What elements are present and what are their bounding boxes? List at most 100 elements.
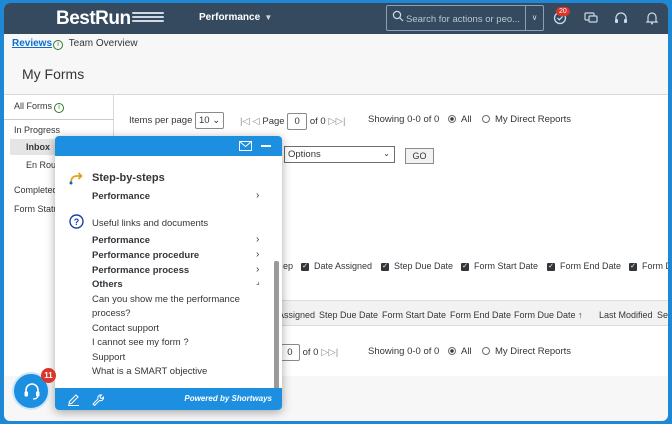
chevron-right-icon[interactable]: ›: [256, 234, 259, 245]
col-form-start-date[interactable]: Form Start Date: [382, 310, 446, 320]
nav-in-progress[interactable]: In Progress: [4, 119, 114, 135]
performance-menu[interactable]: Performance ▼: [199, 12, 272, 23]
radio-direct-icon[interactable]: [482, 347, 490, 356]
search-dropdown-icon[interactable]: ∨: [525, 6, 543, 30]
folder-performance[interactable]: Performance: [92, 235, 150, 246]
link-show-performance[interactable]: Can you show me the performance: [92, 294, 240, 305]
checkbox-form-start-date[interactable]: ✓ Form Start Date: [461, 261, 538, 271]
nav-in-progress-label: In Progress: [14, 125, 61, 135]
col-se[interactable]: Se: [657, 310, 668, 320]
link-smart-objective[interactable]: What is a SMART objective: [92, 366, 207, 377]
checkbox-label: Form Start Date: [474, 261, 539, 271]
next-page-icon[interactable]: ▷: [328, 116, 335, 127]
checkbox-checked-icon[interactable]: ✓: [547, 262, 555, 271]
radio-all-icon[interactable]: [448, 347, 456, 356]
nav-all-forms-label: All Forms: [14, 101, 52, 111]
nav-en-route[interactable]: En Rou: [26, 160, 56, 170]
help-badge: 11: [41, 368, 56, 383]
bell-icon[interactable]: [644, 10, 660, 26]
wrench-icon[interactable]: [91, 393, 104, 406]
radio-direct-icon[interactable]: [482, 115, 490, 124]
checkbox-checked-icon[interactable]: ✓: [461, 262, 469, 271]
checkbox-label-ep: ep: [283, 261, 294, 271]
radio-direct-reports[interactable]: My Direct Reports: [482, 114, 571, 125]
nav-inbox[interactable]: Inbox: [10, 139, 60, 155]
panel-scrollbar[interactable]: [274, 261, 279, 406]
pencil-icon[interactable]: [67, 393, 80, 406]
link-support[interactable]: Support: [92, 352, 125, 363]
checkbox-form-due-date[interactable]: ✓ Form D: [629, 261, 668, 271]
info-icon[interactable]: i: [53, 40, 64, 50]
shell-header: BestRun Performance ▼ Search for actions…: [4, 3, 668, 34]
link-cannot-see-form[interactable]: I cannot see my form ?: [92, 337, 189, 348]
headset-icon[interactable]: [613, 10, 629, 26]
checkbox-form-end-date[interactable]: ✓ Form End Date: [547, 261, 621, 271]
page-input-bottom[interactable]: 0: [279, 344, 300, 361]
col-form-end-date[interactable]: Form End Date: [450, 310, 511, 320]
chevron-down-icon: ⌄: [212, 115, 221, 126]
logo-lines-icon: [132, 12, 164, 24]
pagination-top: |◁ ◁ Page 0 of 0 ▷▷|: [240, 113, 345, 130]
help-launcher-button[interactable]: 11: [12, 368, 56, 410]
step-arrow-icon: [69, 172, 83, 185]
first-page-icon[interactable]: |◁: [240, 116, 250, 127]
radio-direct-reports-bottom[interactable]: My Direct Reports: [482, 346, 571, 357]
minimize-icon[interactable]: [261, 145, 271, 147]
showing-count-bottom: Showing 0-0 of 0: [368, 346, 440, 357]
link-show-performance-cont[interactable]: process?: [92, 308, 131, 319]
search-icon: [392, 10, 404, 22]
powered-by-label: Powered by Shortways: [184, 394, 272, 403]
last-page-icon[interactable]: ▷|: [328, 347, 338, 358]
go-button[interactable]: GO: [405, 148, 434, 164]
link-contact-support[interactable]: Contact support: [92, 323, 159, 334]
checkbox-date-assigned[interactable]: ✓ Date Assigned: [301, 261, 372, 271]
breadcrumb-reviews[interactable]: Reviews: [12, 38, 52, 49]
checkbox-checked-icon[interactable]: ✓: [381, 262, 389, 271]
radio-all-label: All: [461, 346, 472, 357]
app-window: BestRun Performance ▼ Search for actions…: [4, 3, 668, 421]
radio-all-bottom[interactable]: All: [448, 346, 472, 357]
checkbox-checked-icon[interactable]: ✓: [301, 262, 309, 271]
bestrun-logo[interactable]: BestRun: [56, 8, 131, 30]
question-icon: ?: [69, 214, 84, 229]
folder-performance-procedure[interactable]: Performance procedure: [92, 250, 199, 261]
search-field[interactable]: Search for actions or peo... ∨: [386, 5, 544, 31]
chevron-right-icon[interactable]: ›: [256, 249, 259, 260]
col-form-due-date[interactable]: Form Due Date ↑: [514, 310, 583, 320]
page-input[interactable]: 0: [287, 113, 308, 130]
options-select[interactable]: Options ⌄: [284, 146, 395, 163]
checkbox-label: Form End Date: [560, 261, 622, 271]
checkbox-checked-icon[interactable]: ✓: [629, 262, 637, 271]
radio-all-icon[interactable]: [448, 115, 456, 124]
prev-page-icon[interactable]: ◁: [252, 116, 259, 127]
folder-others[interactable]: Others: [92, 279, 123, 290]
nav-form-status[interactable]: Form Statu: [14, 204, 59, 214]
checkbox-step-due-date[interactable]: ✓ Step Due Date: [381, 261, 453, 271]
items-per-page: Items per page 10 ⌄: [129, 112, 225, 129]
svg-text:?: ?: [74, 217, 80, 227]
col-last-modified[interactable]: Last Modified: [599, 310, 653, 320]
chevron-right-icon[interactable]: ›: [256, 264, 259, 275]
feedback-icon[interactable]: [583, 10, 599, 26]
items-per-page-select[interactable]: 10 ⌄: [195, 112, 225, 129]
nav-all-forms[interactable]: All Forms i: [14, 101, 64, 113]
step-performance-item[interactable]: Performance: [92, 191, 150, 202]
col-assigned[interactable]: Assigned: [278, 310, 315, 320]
breadcrumb-team-overview[interactable]: Team Overview: [69, 38, 138, 49]
info-icon[interactable]: i: [54, 103, 64, 113]
nav-completed[interactable]: Completed: [14, 185, 58, 195]
panel-header: [55, 136, 282, 156]
items-per-page-label: Items per page: [129, 115, 193, 126]
search-placeholder: Search for actions or peo...: [406, 14, 521, 25]
panel-footer: Powered by Shortways: [55, 388, 282, 410]
sort-ascending-icon[interactable]: ↑: [578, 310, 583, 320]
col-step-due-date[interactable]: Step Due Date: [319, 310, 378, 320]
last-page-icon[interactable]: ▷|: [336, 116, 346, 127]
collapse-corner-icon[interactable]: ⌟: [256, 277, 260, 286]
col-form-due-date-label: Form Due Date: [514, 310, 576, 320]
radio-all[interactable]: All: [448, 114, 472, 125]
step-by-steps-title: Step-by-steps: [92, 172, 165, 184]
folder-performance-process[interactable]: Performance process: [92, 265, 189, 276]
chevron-right-icon[interactable]: ›: [256, 190, 259, 201]
mail-icon[interactable]: [239, 141, 252, 151]
